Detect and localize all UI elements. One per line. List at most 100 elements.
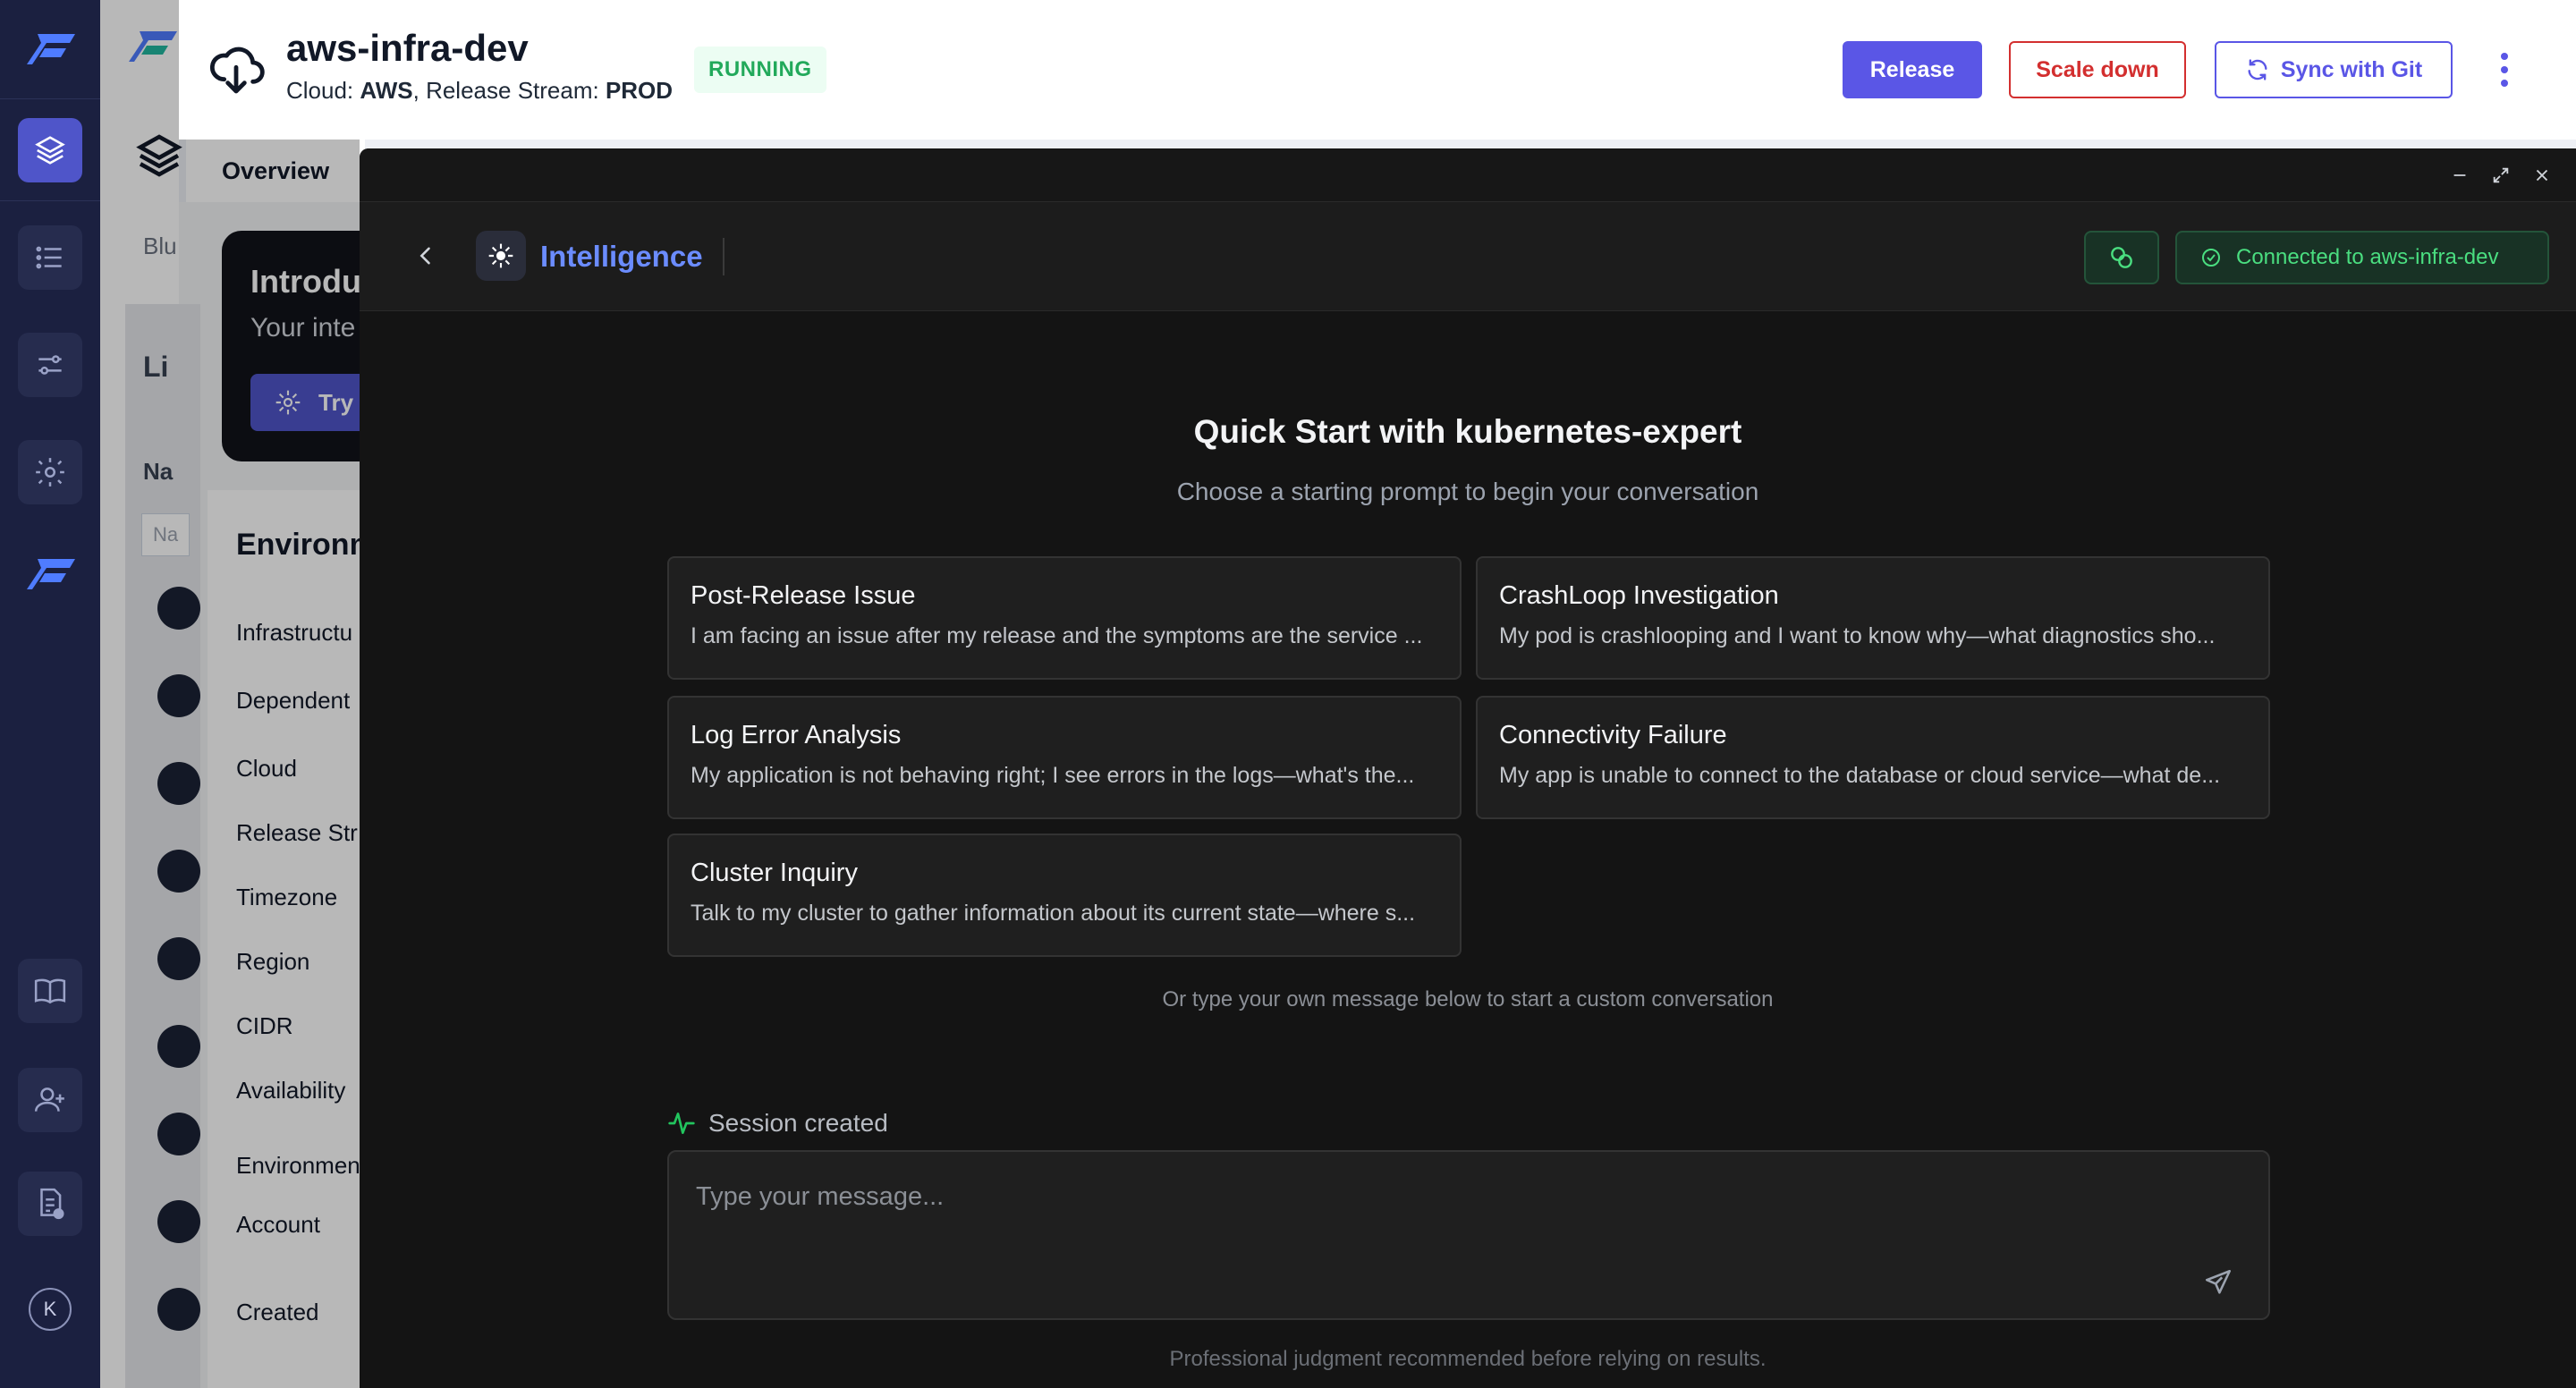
- detail-row-release-stream: Release Str: [236, 819, 358, 846]
- environment-title: aws-infra-dev: [286, 27, 529, 69]
- sync-label: Sync with Git: [2280, 56, 2423, 82]
- toolbar-divider: [723, 238, 724, 275]
- status-badge: RUNNING: [694, 47, 826, 93]
- row-avatar: [157, 1288, 200, 1331]
- row-avatar: [157, 937, 200, 980]
- prompt-description: My pod is crashlooping and I want to kno…: [1499, 623, 2216, 648]
- message-input[interactable]: [696, 1179, 2127, 1214]
- connection-status-text: Connected to aws-infra-dev: [2236, 245, 2499, 269]
- cloud-label: Cloud:: [286, 77, 360, 104]
- session-status: Session created: [667, 1109, 888, 1138]
- list-heading: Li: [143, 351, 169, 383]
- link-icon: [2111, 247, 2132, 268]
- detail-row-account: Account: [236, 1211, 320, 1238]
- detail-row-timezone: Timezone: [236, 884, 338, 910]
- prompt-description: Talk to my cluster to gather information…: [691, 901, 1416, 926]
- detail-row-cloud: Cloud: [236, 755, 297, 782]
- detail-row-infrastructure: Infrastructu: [236, 619, 353, 646]
- nav-docs-book-icon[interactable]: [18, 959, 82, 1023]
- release-button[interactable]: Release: [1843, 41, 1982, 98]
- resource-list-column: Blu Li Na Na: [125, 233, 200, 1388]
- scale-down-button[interactable]: Scale down: [2009, 41, 2186, 98]
- intelligence-icon: [275, 390, 301, 415]
- try-label: Try: [318, 388, 354, 416]
- prompt-title: CrashLoop Investigation: [1499, 581, 1779, 610]
- facets-logo-icon[interactable]: [25, 30, 75, 68]
- quick-start-title: Quick Start with kubernetes-expert: [1193, 413, 1742, 450]
- intelligence-toolbar: Intelligence Connected to aws-infra-dev: [360, 202, 2576, 311]
- detail-row-dependent: Dependent: [236, 687, 351, 714]
- prompt-title: Post-Release Issue: [691, 581, 916, 610]
- name-filter-input[interactable]: Na: [141, 513, 191, 556]
- scale-down-label: Scale down: [2036, 56, 2159, 82]
- row-avatar: [157, 674, 200, 717]
- intro-subtitle: Your inte: [250, 313, 356, 343]
- prompt-title: Log Error Analysis: [691, 721, 902, 749]
- custom-message-hint: Or type your own message below to start …: [1162, 987, 1774, 1011]
- prompt-title: Connectivity Failure: [1499, 721, 1727, 749]
- detail-row-environment: Environmen: [236, 1152, 360, 1179]
- disclaimer-text: Professional judgment recommended before…: [1169, 1347, 1767, 1371]
- link-connection-button[interactable]: [2084, 231, 2159, 284]
- close-icon[interactable]: [2526, 159, 2558, 191]
- intelligence-title: Intelligence: [540, 240, 703, 273]
- row-avatar: [157, 1025, 200, 1068]
- prompt-card-connectivity[interactable]: Connectivity Failure My app is unable to…: [1476, 696, 2270, 819]
- more-options-kebab-icon[interactable]: [2483, 47, 2526, 93]
- expand-icon[interactable]: [2485, 159, 2517, 191]
- session-status-text: Session created: [708, 1109, 888, 1137]
- prompt-title: Cluster Inquiry: [691, 859, 858, 887]
- detail-row-created: Created: [236, 1299, 319, 1325]
- tab-overview[interactable]: Overview: [186, 140, 365, 202]
- cloud-download-icon: [209, 47, 265, 94]
- release-stream-value: PROD: [605, 77, 674, 104]
- modal-backdrop-top: [100, 0, 179, 140]
- facets-secondary-logo-icon: [27, 559, 75, 589]
- prompt-description: I am facing an issue after my release an…: [691, 623, 1423, 648]
- check-circle-icon: [2202, 249, 2220, 267]
- prompt-card-crashloop[interactable]: CrashLoop Investigation My pod is crashl…: [1476, 556, 2270, 680]
- nav-report-info-icon[interactable]: [18, 1172, 82, 1236]
- panel-window-bar: [360, 148, 2576, 202]
- name-column-header: Na: [143, 458, 174, 485]
- message-composer: [667, 1150, 2270, 1320]
- release-stream-label: , Release Stream:: [412, 77, 606, 104]
- send-icon: [2205, 1269, 2232, 1294]
- environment-subtitle: Cloud: AWS, Release Stream: PROD: [286, 77, 673, 105]
- intelligence-panel: Intelligence Connected to aws-infra-dev …: [360, 148, 2576, 1388]
- minimize-icon[interactable]: [2444, 159, 2476, 191]
- row-avatar: [157, 850, 200, 893]
- row-avatar: [157, 762, 200, 805]
- connection-status-badge: Connected to aws-infra-dev: [2175, 231, 2549, 284]
- detail-row-availability: Availability: [236, 1077, 346, 1104]
- sync-with-git-button[interactable]: Sync with Git: [2215, 41, 2453, 98]
- intelligence-logo-icon: [476, 231, 526, 281]
- back-chevron-icon[interactable]: [406, 236, 445, 275]
- sync-icon: [2248, 59, 2267, 80]
- nav-add-user-icon[interactable]: [18, 1068, 82, 1132]
- prompt-description: My app is unable to connect to the datab…: [1499, 763, 2221, 788]
- intro-title: Introdu: [250, 263, 361, 300]
- prompt-card-post-release[interactable]: Post-Release Issue I am facing an issue …: [667, 556, 1462, 680]
- nav-sliders-icon[interactable]: [18, 333, 82, 397]
- quick-start-subtitle: Choose a starting prompt to begin your c…: [1176, 478, 1759, 505]
- avatar-initial: K: [43, 1298, 57, 1320]
- prompt-card-cluster-inquiry[interactable]: Cluster Inquiry Talk to my cluster to ga…: [667, 834, 1462, 957]
- environment-details-title: Environm: [236, 528, 377, 562]
- send-message-button[interactable]: [2199, 1263, 2238, 1302]
- blueprint-label: Blu: [143, 233, 177, 259]
- environment-header: aws-infra-dev Cloud: AWS, Release Stream…: [179, 0, 2576, 140]
- nav-list-icon[interactable]: [18, 225, 82, 290]
- prompt-description: My application is not behaving right; I …: [691, 763, 1415, 788]
- cloud-value: AWS: [360, 77, 413, 104]
- activity-pulse-icon: [668, 1113, 695, 1134]
- detail-row-region: Region: [236, 948, 310, 975]
- user-avatar[interactable]: K: [29, 1288, 72, 1331]
- row-avatar: [157, 1113, 200, 1155]
- nav-stacks-icon[interactable]: [18, 118, 82, 182]
- primary-nav-rail: K: [0, 0, 100, 1388]
- nav-settings-gear-icon[interactable]: [18, 440, 82, 504]
- release-label: Release: [1869, 56, 1955, 82]
- prompt-card-log-error[interactable]: Log Error Analysis My application is not…: [667, 696, 1462, 819]
- detail-row-cidr: CIDR: [236, 1012, 293, 1039]
